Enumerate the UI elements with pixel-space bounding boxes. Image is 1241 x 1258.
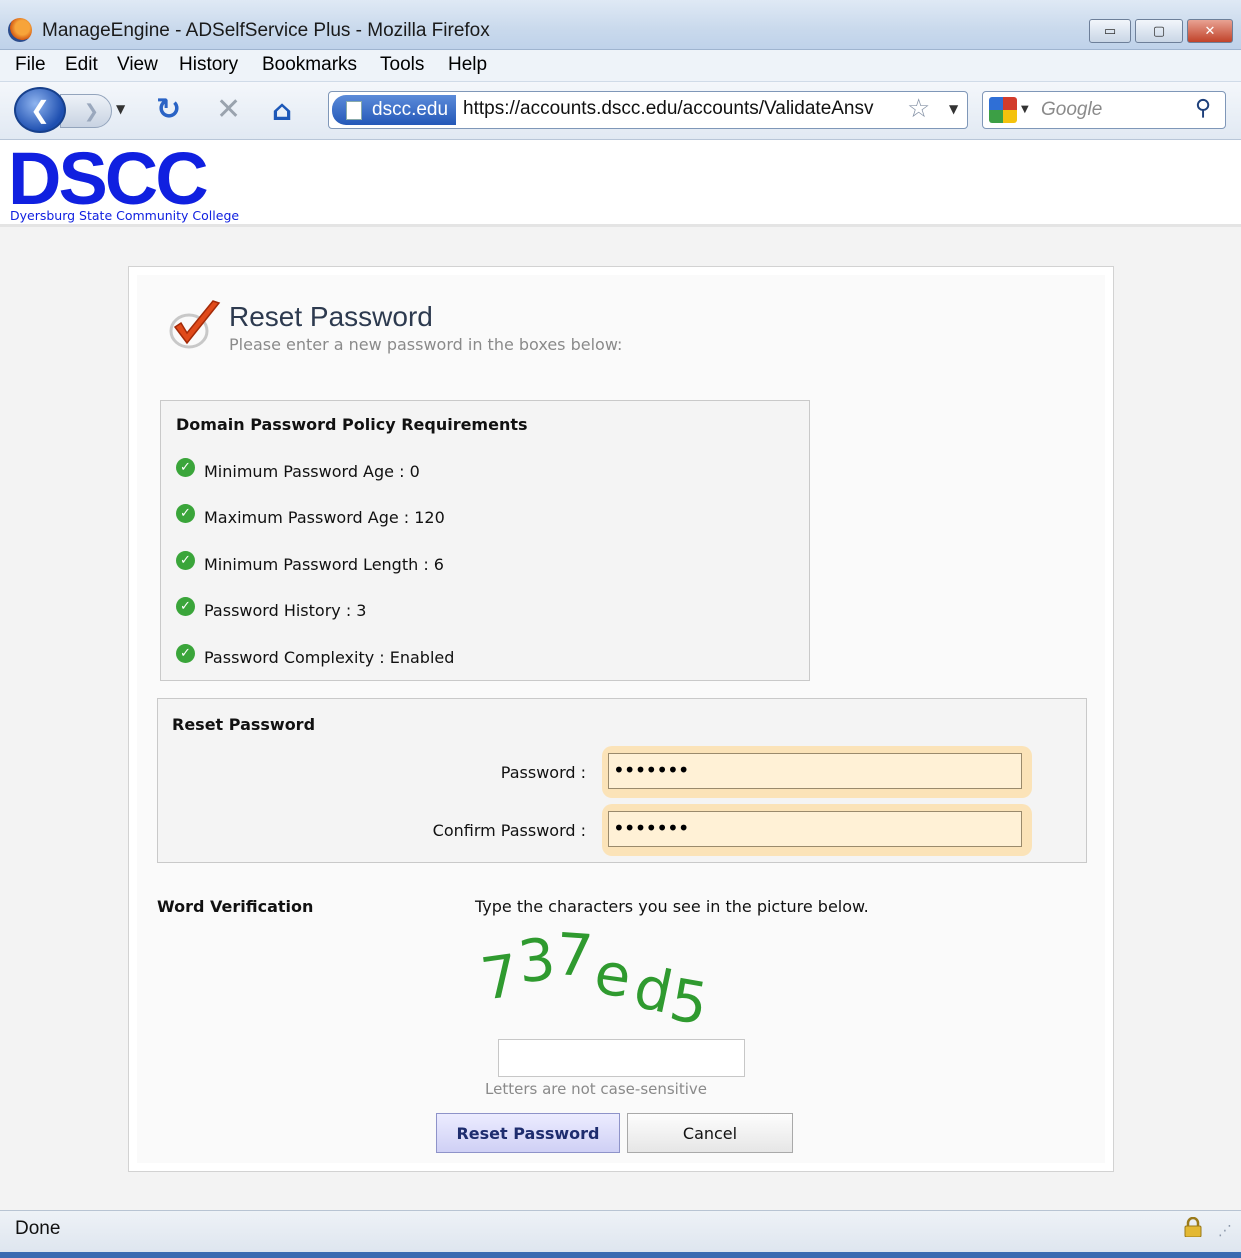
reset-password-button[interactable]: Reset Password (436, 1113, 620, 1153)
minimize-icon: ▭ (1103, 23, 1117, 39)
check-circle-icon: ✓ (176, 643, 195, 663)
password-label: Password : (500, 763, 586, 782)
home-icon[interactable]: ⌂ (272, 94, 292, 127)
policy-item-text: Maximum Password Age : 120 (204, 507, 445, 527)
dscc-logo[interactable]: DSCC (8, 142, 209, 216)
site-header: DSCC Dyersburg State Community College (0, 141, 1241, 227)
confirm-password-label: Confirm Password : (432, 821, 586, 840)
policy-item: ✓ Password Complexity : Enabled (176, 643, 455, 669)
maximize-button[interactable]: ▢ (1135, 19, 1183, 43)
status-text: Done (15, 1218, 61, 1239)
password-policy-box: Domain Password Policy Requirements ✓ Mi… (160, 400, 810, 681)
captcha-image: 7 3 7 e d 5 (483, 929, 713, 1029)
reset-form-heading: Reset Password (172, 715, 316, 734)
policy-item-text: Password Complexity : Enabled (204, 647, 455, 667)
check-circle-icon: ✓ (176, 550, 195, 570)
close-icon: ✕ (1204, 23, 1216, 39)
site-identity-badge[interactable]: dscc.edu (332, 95, 456, 125)
policy-item: ✓ Minimum Password Age : 0 (176, 457, 420, 483)
page-title: Reset Password (229, 301, 433, 332)
page-icon (346, 101, 362, 120)
reset-panel: Reset Password Please enter a new passwo… (128, 266, 1114, 1172)
menu-tools[interactable]: Tools (380, 54, 424, 76)
menu-view[interactable]: View (117, 54, 158, 76)
search-bar[interactable]: ▼ Google ⚲ (982, 91, 1226, 129)
page-content: DSCC Dyersburg State Community College R… (0, 141, 1241, 1210)
minimize-button[interactable]: ▭ (1089, 19, 1131, 43)
firefox-icon (8, 18, 32, 42)
captcha-input[interactable] (498, 1039, 745, 1077)
checkmark-icon (169, 300, 221, 349)
lock-icon[interactable] (1184, 1217, 1202, 1237)
password-field-wrapper: ••••••• (602, 746, 1032, 798)
site-badge-label: dscc.edu (372, 99, 449, 120)
menu-file[interactable]: File (15, 54, 46, 76)
back-button[interactable]: ❮ (14, 87, 66, 133)
menu-bar: File Edit View History Bookmarks Tools H… (0, 50, 1241, 82)
confirm-password-field[interactable]: ••••••• (608, 811, 1022, 847)
confirm-password-field-wrapper: ••••••• (602, 804, 1032, 856)
forward-icon: ❯ (83, 100, 99, 122)
dscc-logo-subtitle: Dyersburg State Community College (10, 208, 240, 223)
reset-password-form: Reset Password Password : ••••••• Confir… (157, 698, 1087, 863)
captcha-hint: Letters are not case-sensitive (485, 1080, 708, 1098)
policy-item-text: Minimum Password Age : 0 (204, 461, 420, 481)
check-circle-icon: ✓ (176, 457, 195, 477)
captcha-instruction: Type the characters you see in the pictu… (475, 897, 869, 916)
search-engine-icon[interactable] (989, 97, 1017, 123)
window-title: ManageEngine - ADSelfService Plus - Mozi… (42, 20, 490, 41)
menu-edit[interactable]: Edit (65, 54, 98, 76)
word-verification-label: Word Verification (157, 897, 314, 916)
status-bar: Done ⋰ (0, 1210, 1241, 1258)
url-text[interactable]: https://accounts.dscc.edu/accounts/Valid… (463, 98, 903, 120)
resize-grip-icon[interactable]: ⋰ (1218, 1223, 1232, 1239)
policy-item: ✓ Password History : 3 (176, 596, 367, 622)
menu-history[interactable]: History (179, 54, 238, 76)
policy-item-text: Minimum Password Length : 6 (204, 554, 444, 574)
address-bar[interactable]: dscc.edu https://accounts.dscc.edu/accou… (328, 91, 968, 129)
forward-button[interactable]: ❯ (60, 94, 112, 128)
bookmark-star-icon[interactable]: ☆ (907, 94, 930, 124)
captcha-char: 3 (515, 929, 559, 996)
page-subtitle: Please enter a new password in the boxes… (229, 335, 623, 354)
search-placeholder[interactable]: Google (1041, 99, 1102, 121)
stop-icon[interactable]: ✕ (216, 92, 241, 127)
history-dropdown-icon[interactable]: ▼ (116, 102, 125, 116)
menu-help[interactable]: Help (448, 54, 487, 76)
search-engine-dropdown-icon[interactable]: ▼ (1021, 104, 1029, 115)
window-bottom-border (0, 1252, 1241, 1258)
check-circle-icon: ✓ (176, 596, 195, 616)
search-icon[interactable]: ⚲ (1195, 96, 1211, 121)
policy-heading: Domain Password Policy Requirements (176, 415, 528, 434)
navigation-toolbar: ❯ ❮ ▼ ↻ ✕ ⌂ dscc.edu https://accounts.ds… (0, 82, 1241, 140)
close-button[interactable]: ✕ (1187, 19, 1233, 43)
captcha-char: e (590, 939, 635, 1011)
captcha-char: 7 (554, 929, 596, 990)
policy-item: ✓ Minimum Password Length : 6 (176, 550, 444, 576)
maximize-icon: ▢ (1152, 23, 1166, 39)
password-field[interactable]: ••••••• (608, 753, 1022, 789)
cancel-button[interactable]: Cancel (627, 1113, 793, 1153)
reset-panel-inner: Reset Password Please enter a new passwo… (137, 275, 1105, 1163)
menu-bookmarks[interactable]: Bookmarks (262, 54, 357, 76)
policy-item: ✓ Maximum Password Age : 120 (176, 503, 445, 529)
policy-item-text: Password History : 3 (204, 600, 367, 620)
window-titlebar: ManageEngine - ADSelfService Plus - Mozi… (0, 0, 1241, 50)
reload-icon[interactable]: ↻ (156, 92, 181, 127)
check-circle-icon: ✓ (176, 503, 195, 523)
url-dropdown-icon[interactable]: ▼ (949, 102, 958, 116)
back-icon: ❮ (29, 96, 51, 124)
